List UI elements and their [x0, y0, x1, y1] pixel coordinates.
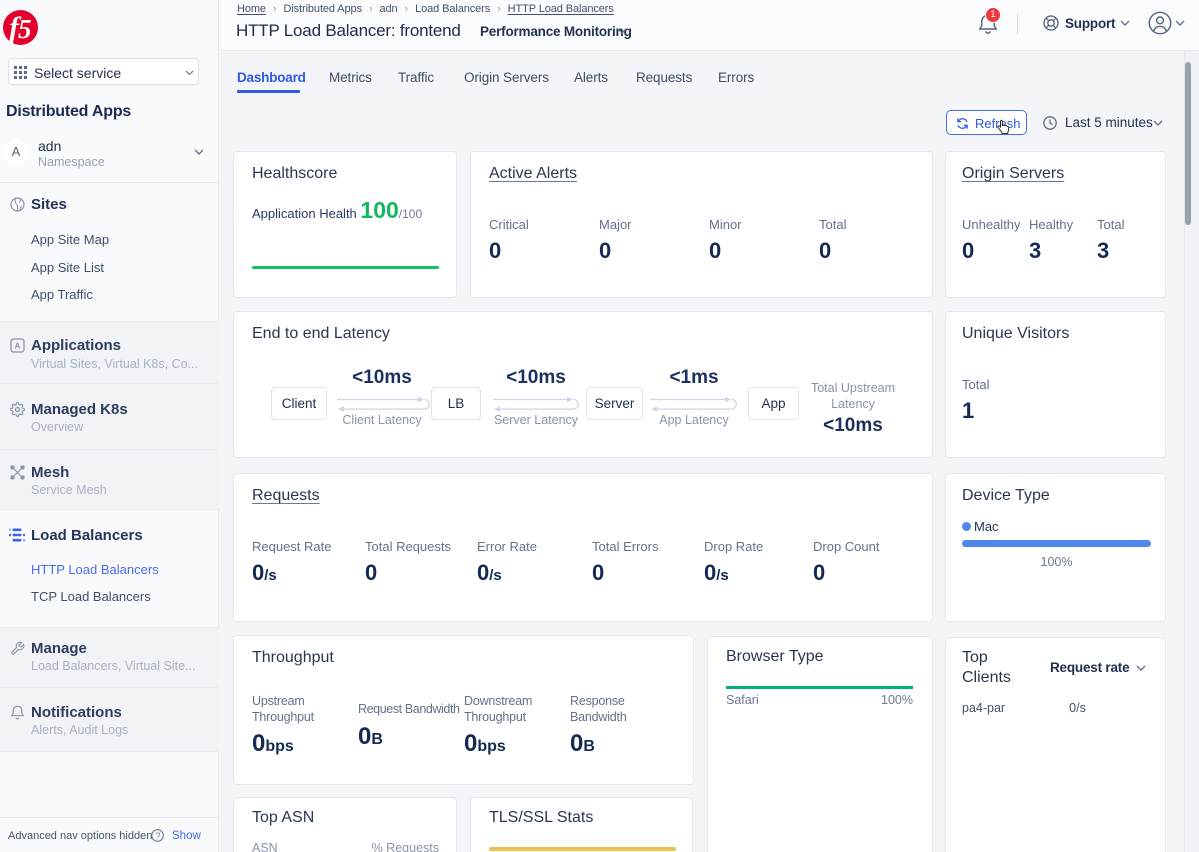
svg-text:?: ?: [156, 831, 161, 841]
svg-text:A: A: [15, 342, 21, 351]
svg-text:5: 5: [18, 14, 32, 44]
